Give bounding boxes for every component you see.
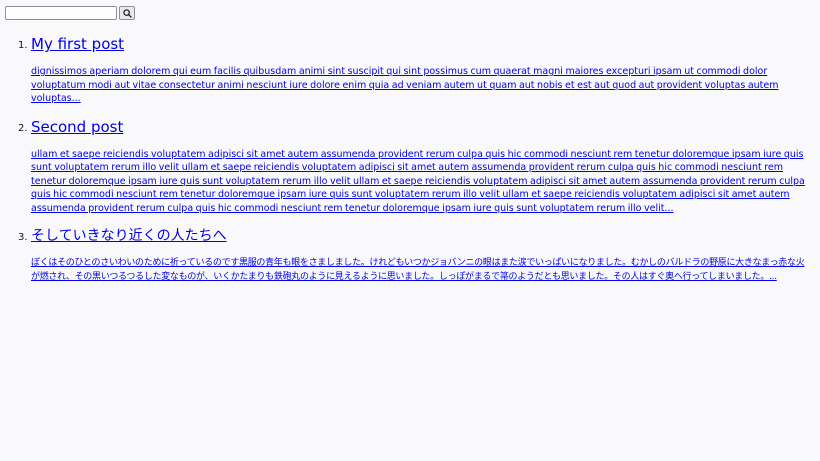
post-title-link[interactable]: そしていきなり近くの人たちへ	[31, 227, 811, 245]
search-button[interactable]	[119, 6, 135, 20]
search-icon	[122, 8, 132, 18]
post-excerpt-link[interactable]: dignissimos aperiam dolorem qui eum faci…	[31, 65, 811, 106]
post-excerpt-link[interactable]: ullam et saepe reiciendis voluptatem adi…	[31, 148, 811, 216]
search-input[interactable]	[5, 6, 117, 20]
post-title-link[interactable]: Second post	[31, 118, 811, 136]
list-item: Second post ullam et saepe reiciendis vo…	[18, 118, 811, 216]
post-title-link[interactable]: My first post	[31, 35, 811, 53]
post-list: My first post dignissimos aperiam dolore…	[0, 26, 811, 284]
list-item: そしていきなり近くの人たちへ ぼくはそのひとのさいわいのために祈っているのです黒…	[18, 227, 811, 284]
post-excerpt-link[interactable]: ぼくはそのひとのさいわいのために祈っているのです黒服の青年も眼をさましました。け…	[31, 257, 811, 284]
search-bar	[5, 6, 135, 20]
list-item: My first post dignissimos aperiam dolore…	[18, 35, 811, 106]
